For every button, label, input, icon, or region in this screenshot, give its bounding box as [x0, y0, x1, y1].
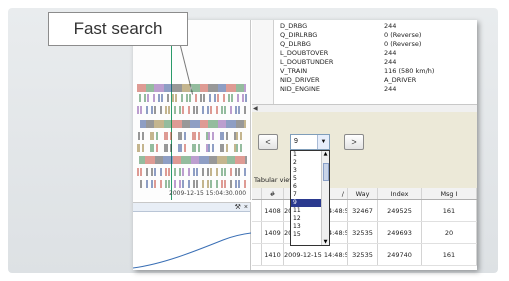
scroll-down-icon[interactable]: ▼	[322, 239, 329, 245]
scroll-up-icon[interactable]: ▲	[322, 151, 329, 157]
table-row[interactable]: 14082009-12-15 14:48:57.6503246724952516…	[252, 200, 477, 222]
scroll-thumb[interactable]	[323, 163, 329, 181]
col-header-msg[interactable]: Msg I	[422, 188, 477, 199]
plot-pane: ⚒ ×	[133, 202, 252, 270]
dropdown-option[interactable]: 6	[291, 183, 322, 191]
parameter-name: NID_ENGINE	[280, 85, 320, 93]
table-header: # / Way Index Msg I	[252, 188, 477, 200]
parameter-name: V_TRAIN	[280, 67, 308, 75]
parameter-row[interactable]: Q_DIRLRBG 0 (Reverse)	[252, 31, 477, 40]
parameter-name: L_DOUBTOVER	[280, 49, 329, 57]
dropdown-option[interactable]: 9	[291, 199, 322, 207]
cell-number: 1409	[262, 222, 284, 243]
dropdown-option[interactable]: 15	[291, 231, 322, 239]
parameter-name: Q_DIRLRBG	[280, 31, 318, 39]
parameter-value: 0 (Reverse)	[384, 40, 422, 48]
cell-number: 1408	[262, 200, 284, 221]
dropdown-option[interactable]: 3	[291, 167, 322, 175]
parameter-row[interactable]: NID_ENGINE 244	[252, 85, 477, 94]
row-marker	[252, 200, 262, 221]
message-select[interactable]: 9 ▼	[290, 134, 330, 150]
dropdown-option[interactable]: 5	[291, 175, 322, 183]
cell-way: 32467	[348, 200, 378, 221]
signal-track	[140, 180, 246, 188]
pin-icon[interactable]: ⚒	[235, 203, 241, 211]
tabular-view-tab[interactable]: Tabular view	[254, 176, 295, 184]
row-marker	[252, 222, 262, 243]
parameter-list: D_DRBG 244 Q_DIRLRBG 0 (Reverse) Q_DLRBG 0 (R…	[252, 20, 477, 112]
cell-msg: 161	[422, 244, 477, 265]
parameter-row[interactable]: Q_DLRBG 0 (Reverse)	[252, 40, 477, 49]
dropdown-option[interactable]: 2	[291, 159, 322, 167]
col-header-index[interactable]: Index	[378, 188, 422, 199]
cell-index: 249740	[378, 244, 422, 265]
dropdown-option[interactable]: 7	[291, 191, 322, 199]
parameter-value: A_DRIVER	[384, 76, 417, 84]
next-button[interactable]: >	[344, 134, 364, 150]
time-cursor-label: 2009-12-15 15:04:30.000	[169, 190, 247, 197]
signal-track	[138, 132, 242, 140]
col-header-marker	[252, 188, 262, 199]
signal-track	[137, 168, 246, 176]
signal-track	[140, 120, 246, 128]
prev-button[interactable]: <	[258, 134, 278, 150]
horizontal-scrollbar[interactable]: ◀	[252, 104, 477, 112]
signal-track	[137, 144, 242, 152]
cell-time: 2009-12-15 14:48:58.670	[284, 244, 348, 265]
cell-way: 32535	[348, 222, 378, 243]
parameter-row[interactable]: L_DOUBTUNDER 244	[252, 58, 477, 67]
dropdown-option[interactable]: 13	[291, 223, 322, 231]
parameter-name: L_DOUBTUNDER	[280, 58, 334, 66]
dropdown-option[interactable]: 11	[291, 207, 322, 215]
message-select-value: 9	[294, 138, 298, 145]
parameter-name: D_DRBG	[280, 22, 308, 30]
message-table: # / Way Index Msg I 14082009-12-15 14:48…	[252, 188, 477, 270]
parameter-row[interactable]: D_DRBG 244	[252, 22, 477, 31]
dropdown-option[interactable]: 1	[291, 151, 322, 159]
col-header-way[interactable]: Way	[348, 188, 378, 199]
plot-curve	[133, 232, 252, 269]
dropdown-option[interactable]: 12	[291, 215, 322, 223]
parameter-row[interactable]: V_TRAIN 116 (580 km/h)	[252, 67, 477, 76]
table-row[interactable]: 14102009-12-15 14:48:58.6703253524974016…	[252, 244, 477, 266]
table-row[interactable]: 14092009-12-15 14:48:58.6603253524969320	[252, 222, 477, 244]
cell-index: 249693	[378, 222, 422, 243]
parameter-value: 244	[384, 49, 397, 57]
parameter-value: 244	[384, 58, 397, 66]
cell-way: 32535	[348, 244, 378, 265]
signal-track	[137, 106, 246, 114]
message-dropdown-list[interactable]: 1 2 3 5 6 7 9 11 12 13 15 ▲ ▼	[290, 150, 330, 246]
cell-msg: 161	[422, 200, 477, 221]
col-header-number[interactable]: #	[262, 188, 284, 199]
right-pane: D_DRBG 244 Q_DIRLRBG 0 (Reverse) Q_DLRBG 0 (R…	[252, 20, 477, 270]
cell-msg: 20	[422, 222, 477, 243]
plot-header: ⚒ ×	[133, 203, 250, 212]
app-screenshot: 2009-12-15 15:04:30.000 ⚒ × D_DRBG 244 Q_D…	[133, 20, 477, 270]
fast-search-callout: Fast search	[48, 12, 188, 46]
parameter-value: 0 (Reverse)	[384, 31, 422, 39]
cell-index: 249525	[378, 200, 422, 221]
dropdown-scrollbar[interactable]: ▲ ▼	[321, 151, 329, 245]
signal-track	[139, 156, 247, 164]
parameter-value: 244	[384, 22, 397, 30]
parameter-value: 116 (580 km/h)	[384, 67, 435, 75]
signal-track	[139, 94, 247, 102]
parameter-name: NID_DRIVER	[280, 76, 320, 84]
parameter-name: Q_DLRBG	[280, 40, 311, 48]
scroll-left-icon[interactable]: ◀	[253, 105, 258, 112]
chevron-down-icon[interactable]: ▼	[317, 135, 329, 149]
close-icon[interactable]: ×	[244, 204, 248, 211]
parameter-row[interactable]: NID_DRIVER A_DRIVER	[252, 76, 477, 85]
signal-timeline-pane[interactable]: 2009-12-15 15:04:30.000	[133, 20, 251, 200]
parameter-value: 244	[384, 85, 397, 93]
parameter-row[interactable]: L_DOUBTOVER 244	[252, 49, 477, 58]
row-marker	[252, 244, 262, 265]
cell-number: 1410	[262, 244, 284, 265]
